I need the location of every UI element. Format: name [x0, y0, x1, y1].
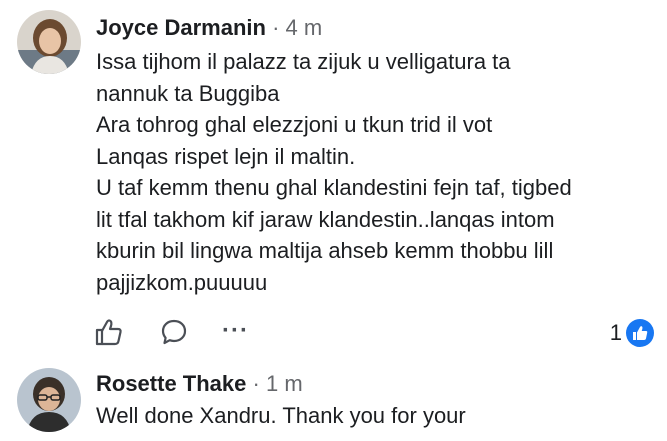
more-options-button[interactable]: ··· [222, 316, 249, 346]
speech-bubble-icon [161, 319, 187, 345]
comment-line: Lanqas rispet lejn il maltin. [96, 143, 356, 169]
avatar[interactable] [17, 10, 81, 74]
author-name[interactable]: Rosette Thake [96, 371, 246, 396]
comment-text: Well done Xandru. Thank you for your [96, 400, 656, 432]
reply-button[interactable] [160, 318, 188, 346]
comment-header: Rosette Thake · 1 m [96, 370, 303, 398]
comment-line: pajjizkom.puuuuu [96, 269, 268, 295]
timestamp[interactable]: 4 m [286, 15, 323, 40]
separator: · [252, 371, 260, 396]
comment-header: Joyce Darmanin · 4 m [96, 14, 322, 42]
author-name[interactable]: Joyce Darmanin [96, 15, 266, 40]
reaction-count[interactable]: 1 [610, 318, 654, 348]
thumbs-up-icon [95, 319, 122, 346]
reaction-number: 1 [609, 320, 622, 345]
like-badge-icon [626, 319, 654, 347]
comment-actions: ··· 1 [94, 316, 654, 352]
comment-line: Issa tijhom il palazz ta zijuk u velliga… [96, 49, 511, 74]
comment-line: U taf kemm thenu ghal klandestini fejn t… [96, 175, 572, 200]
comment-line: Ara tohrog ghal elezzjoni u tkun trid il… [96, 112, 493, 137]
avatar[interactable] [17, 368, 81, 432]
comment-line: nannuk ta Buggiba [96, 80, 280, 106]
comment-line: Well done Xandru. Thank you for your [96, 403, 466, 428]
like-button[interactable] [94, 318, 124, 346]
comment-text: Issa tijhom il palazz ta zijuk u velliga… [96, 46, 656, 298]
timestamp[interactable]: 1 m [266, 371, 303, 396]
comment-line: lit tfal takhom kif jaraw klandestin..la… [96, 206, 555, 232]
comment-line: kburin bil lingwa maltija ahseb kemm tho… [96, 238, 554, 263]
separator: · [272, 15, 280, 40]
